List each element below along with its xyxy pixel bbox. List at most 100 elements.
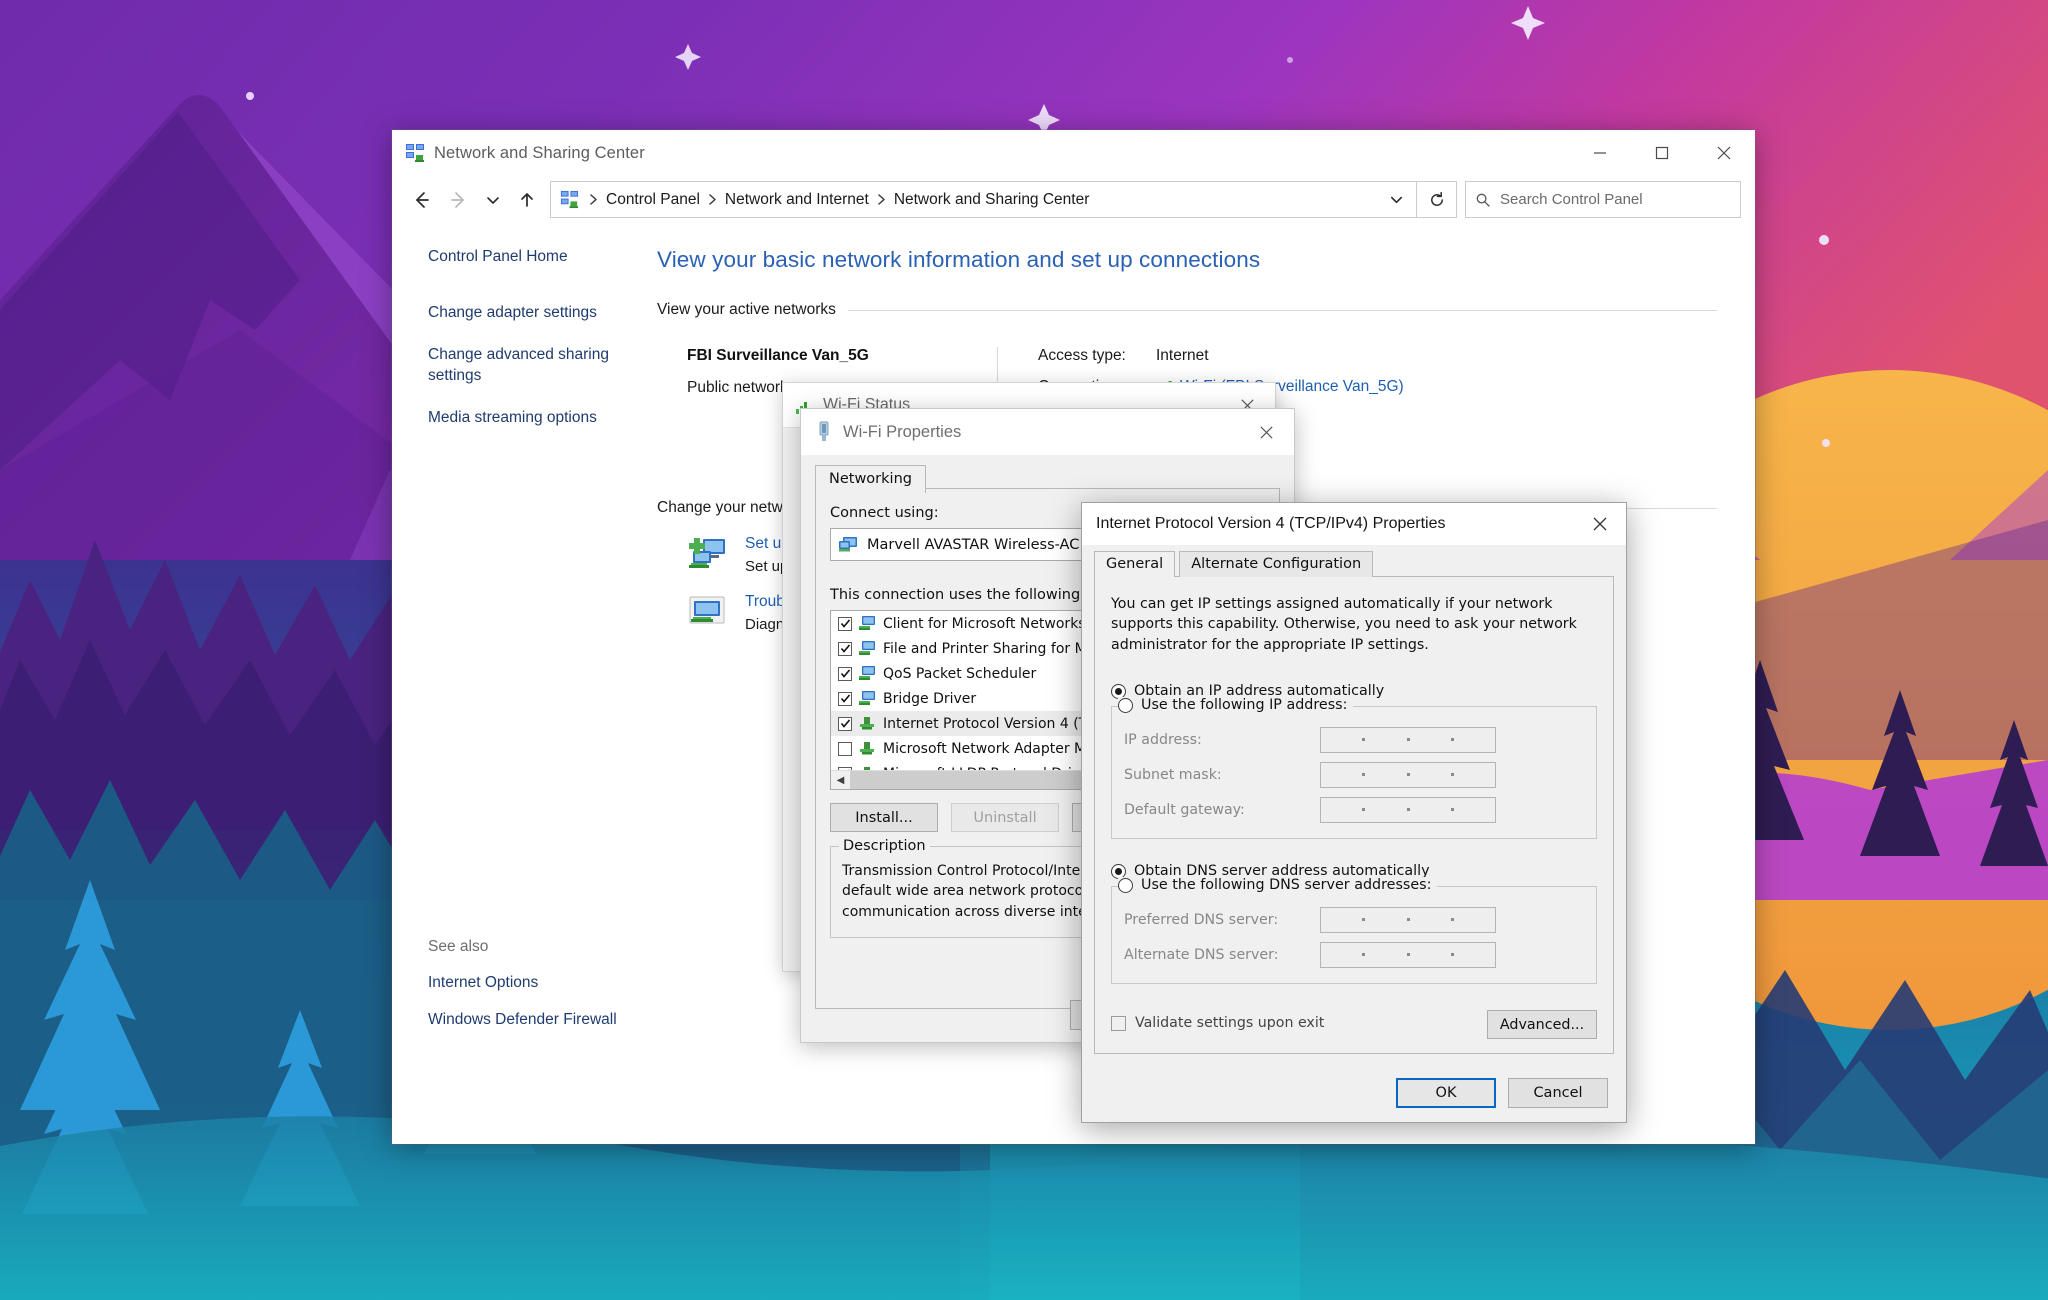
breadcrumb-separator <box>585 194 602 205</box>
default-gateway-field[interactable] <box>1320 797 1496 824</box>
preferred-dns-row: Preferred DNS server: <box>1124 907 1584 934</box>
breadcrumb-item-network-and-internet[interactable]: Network and Internet <box>721 189 873 211</box>
up-button[interactable] <box>508 181 546 219</box>
radio-unselected[interactable] <box>1118 877 1133 893</box>
sidebar: Control Panel Home Change adapter settin… <box>392 223 657 1144</box>
see-also-item-internet-options[interactable]: Internet Options <box>428 974 617 992</box>
checkbox-checked[interactable] <box>838 691 852 706</box>
checkbox-checked[interactable] <box>838 616 852 631</box>
recent-locations-button[interactable] <box>478 181 508 219</box>
description-label: Description <box>839 838 930 854</box>
breadcrumb-separator <box>873 194 890 205</box>
checkbox-checked[interactable] <box>838 666 852 681</box>
see-also-section: See also Internet Options Windows Defend… <box>428 938 617 1048</box>
tab-networking[interactable]: Networking <box>815 465 926 493</box>
ipv4-titlebar[interactable]: Internet Protocol Version 4 (TCP/IPv4) P… <box>1082 503 1626 545</box>
wifi-properties-tabstrip: Networking <box>801 455 1294 493</box>
ip-address-row: IP address: <box>1124 727 1584 754</box>
alternate-dns-row: Alternate DNS server: <box>1124 942 1584 969</box>
tab-alternate-configuration[interactable]: Alternate Configuration <box>1179 551 1374 577</box>
network-adapter-icon <box>839 536 857 551</box>
uninstall-button: Uninstall <box>951 803 1059 832</box>
see-also-item-windows-defender-firewall[interactable]: Windows Defender Firewall <box>428 1011 617 1029</box>
checkbox-unchecked[interactable] <box>838 741 852 756</box>
close-icon[interactable] <box>1574 503 1626 545</box>
network-name: FBI Surveillance Van_5G <box>687 347 869 364</box>
manual-dns-group: Use the following DNS server addresses: … <box>1111 877 1597 985</box>
window-titlebar[interactable]: Network and Sharing Center <box>392 130 1755 176</box>
ipv4-dialog-title: Internet Protocol Version 4 (TCP/IPv4) P… <box>1096 515 1446 532</box>
search-icon <box>1466 192 1500 208</box>
radio-use-following-dns[interactable]: Use the following DNS server addresses: <box>1118 877 1438 894</box>
protocol-icon <box>860 742 874 755</box>
network-adapter-icon <box>819 421 829 441</box>
ipv4-intro-text: You can get IP settings assigned automat… <box>1111 596 1577 653</box>
ip-address-field[interactable] <box>1320 727 1496 754</box>
search-input[interactable]: Search Control Panel <box>1465 181 1741 218</box>
sidebar-item-change-advanced-sharing-settings[interactable]: Change advanced sharing settings <box>428 345 613 387</box>
active-networks-label: View your active networks <box>657 301 836 318</box>
breadcrumb-item-control-panel[interactable]: Control Panel <box>602 189 704 211</box>
troubleshoot-icon <box>689 596 725 624</box>
radio-label: Use the following DNS server addresses: <box>1141 877 1432 894</box>
advanced-button[interactable]: Advanced... <box>1487 1010 1597 1039</box>
search-placeholder: Search Control Panel <box>1500 191 1643 208</box>
back-button[interactable] <box>402 181 440 219</box>
access-type-value: Internet <box>1156 347 1209 364</box>
client-icon <box>859 616 875 630</box>
subnet-mask-row: Subnet mask: <box>1124 762 1584 789</box>
preferred-dns-field[interactable] <box>1320 907 1496 934</box>
ipv4-general-panel: You can get IP settings assigned automat… <box>1094 576 1614 1054</box>
install-button[interactable]: Install... <box>830 803 938 832</box>
cancel-button[interactable]: Cancel <box>1508 1078 1608 1108</box>
breadcrumb-item-network-and-sharing-center[interactable]: Network and Sharing Center <box>890 189 1094 211</box>
alternate-dns-label: Alternate DNS server: <box>1124 947 1279 964</box>
ok-button[interactable]: OK <box>1396 1078 1496 1108</box>
client-icon <box>859 691 875 705</box>
list-item-label: QoS Packet Scheduler <box>883 665 1037 682</box>
checkbox-checked[interactable] <box>838 716 852 731</box>
breadcrumb-bar[interactable]: Control Panel Network and Internet Netwo… <box>550 181 1417 218</box>
close-icon[interactable] <box>1238 409 1294 455</box>
radio-use-following-ip[interactable]: Use the following IP address: <box>1118 697 1354 714</box>
client-icon <box>859 641 875 655</box>
ipv4-properties-dialog: Internet Protocol Version 4 (TCP/IPv4) P… <box>1081 502 1627 1123</box>
ip-address-label: IP address: <box>1124 732 1202 749</box>
active-networks-header: View your active networks <box>657 301 1717 319</box>
manual-ip-group: Use the following IP address: IP address… <box>1111 697 1597 840</box>
radio-label: Use the following IP address: <box>1141 697 1348 714</box>
subnet-mask-field[interactable] <box>1320 762 1496 789</box>
list-item-label: Bridge Driver <box>883 690 977 707</box>
tab-general[interactable]: General <box>1094 551 1176 577</box>
wifi-properties-titlebar[interactable]: Wi-Fi Properties <box>801 409 1294 455</box>
list-item-label: Client for Microsoft Networks <box>883 615 1086 632</box>
default-gateway-label: Default gateway: <box>1124 802 1245 819</box>
see-also-label: See also <box>428 938 489 955</box>
wifi-properties-title: Wi-Fi Properties <box>843 422 962 441</box>
alternate-dns-field[interactable] <box>1320 942 1496 969</box>
ipv4-tabstrip: General Alternate Configuration <box>1082 545 1626 577</box>
page-title: View your basic network information and … <box>657 247 1261 272</box>
client-icon <box>859 666 875 680</box>
divider <box>847 309 1717 311</box>
sidebar-item-change-adapter-settings[interactable]: Change adapter settings <box>428 303 613 324</box>
window-controls <box>1569 130 1755 176</box>
sidebar-item-media-streaming-options[interactable]: Media streaming options <box>428 408 613 429</box>
chevron-down-icon[interactable] <box>1382 192 1410 207</box>
access-type-row: Access type: Internet <box>1038 347 1404 365</box>
minimize-button[interactable] <box>1569 130 1631 176</box>
checkbox-unchecked[interactable] <box>1111 1015 1126 1031</box>
forward-button[interactable] <box>440 181 478 219</box>
close-button[interactable] <box>1693 130 1755 176</box>
preferred-dns-label: Preferred DNS server: <box>1124 912 1279 929</box>
scroll-left-icon[interactable]: ◀ <box>831 771 850 789</box>
maximize-button[interactable] <box>1631 130 1693 176</box>
window-title: Network and Sharing Center <box>434 143 645 162</box>
refresh-button[interactable] <box>1417 181 1457 218</box>
checkbox-checked[interactable] <box>838 641 852 656</box>
breadcrumb-separator <box>704 194 721 205</box>
radio-unselected[interactable] <box>1118 697 1133 713</box>
network-sharing-icon <box>406 144 424 162</box>
validate-settings-checkbox-row[interactable]: Validate settings upon exit <box>1111 1015 1324 1031</box>
sidebar-item-control-panel-home[interactable]: Control Panel Home <box>428 247 613 268</box>
